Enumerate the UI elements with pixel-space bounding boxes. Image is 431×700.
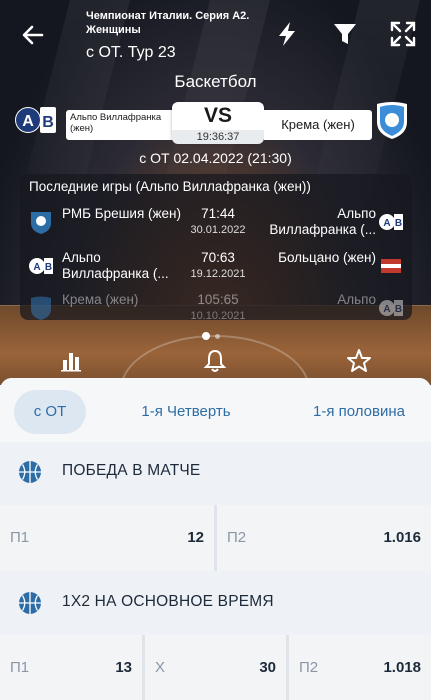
game-score: 105:65 <box>197 292 239 307</box>
odd-label: П2 <box>227 529 247 546</box>
away-team-name: Крема (жен) <box>264 110 372 140</box>
game-date: 10.10.2021 <box>190 310 246 320</box>
notify-button[interactable] <box>202 348 228 374</box>
game-away-team: Альпо <box>337 292 376 307</box>
last-games-title: Последние игры (Альпо Виллафранка (жен)) <box>29 179 311 194</box>
odd-label: X <box>155 659 166 676</box>
last-games-panel: Последние игры (Альпо Виллафранка (жен))… <box>20 174 412 320</box>
last-game-row[interactable]: РМБ Брешия (жен) 71:44 30.01.2022 Альпо … <box>20 202 412 246</box>
team-logo <box>381 259 401 273</box>
home-team-logo: A B <box>14 100 58 140</box>
game-date: 30.01.2022 <box>190 224 246 236</box>
vs-box: VS 19:36:37 <box>172 102 264 144</box>
market-title: ПОБЕДА В МАТЧЕ <box>62 462 201 479</box>
stats-icon <box>61 353 81 372</box>
svg-text:A: A <box>383 218 390 229</box>
market-header[interactable]: ПОБЕДА В МАТЧЕ <box>0 442 431 502</box>
team-logo: A B <box>29 258 53 274</box>
odd-value: 12 <box>187 529 204 546</box>
sport-title: Баскетбол <box>174 72 257 91</box>
odd-button-p2[interactable]: П2 1.018 <box>289 635 431 700</box>
round-subtitle: с ОТ. Тур 23 <box>86 44 176 61</box>
vs-label: VS <box>203 104 232 127</box>
lightning-icon <box>279 22 295 46</box>
carousel-dot[interactable] <box>215 334 220 339</box>
expand-icon <box>390 21 416 47</box>
last-game-row[interactable]: Крема (жен) 105:65 10.10.2021 Альпо A B <box>20 288 412 320</box>
odd-button-x[interactable]: X 30 <box>145 635 286 700</box>
period-tabs: с ОТ 1-я Четверть 1-я половина <box>0 378 431 442</box>
carousel-dot-active[interactable] <box>202 332 210 340</box>
team-logo: A B <box>379 214 403 230</box>
svg-text:A: A <box>383 304 390 315</box>
carousel-dots[interactable] <box>202 327 225 345</box>
game-away-team: Альпо Виллафранка (... <box>269 206 376 237</box>
stats-button[interactable] <box>58 348 84 374</box>
basketball-icon <box>19 592 41 614</box>
tab-overtime[interactable]: с ОТ <box>14 390 86 434</box>
game-home-team: Крема (жен) <box>62 292 139 307</box>
back-button[interactable] <box>18 20 48 50</box>
team-logo <box>31 296 51 320</box>
svg-text:B: B <box>42 114 54 131</box>
game-score: 71:44 <box>201 206 235 221</box>
match-countdown: 19:36:37 <box>172 130 264 144</box>
team-logo: A B <box>379 300 403 316</box>
odd-value: 30 <box>259 659 276 676</box>
svg-text:B: B <box>45 262 52 273</box>
filter-icon <box>334 24 356 44</box>
championship-title: Чемпионат Италии. Серия А2. Женщины <box>86 10 250 36</box>
away-team-logo <box>370 100 414 140</box>
odd-label: П1 <box>10 529 30 546</box>
market-title: 1X2 НА ОСНОВНОЕ ВРЕМЯ <box>62 593 274 610</box>
bell-icon <box>203 349 227 372</box>
back-arrow-icon <box>22 25 44 45</box>
odd-button-p2[interactable]: П2 1.016 <box>217 505 431 571</box>
game-home-team: Альпо Виллафранка (... <box>62 250 169 281</box>
home-team-name: Альпо Виллафранка (жен) <box>66 110 186 140</box>
odd-button-p1[interactable]: П1 12 <box>0 505 214 571</box>
game-score: 70:63 <box>201 250 235 265</box>
expand-button[interactable] <box>389 20 417 48</box>
tab-first-quarter[interactable]: 1-я Четверть <box>122 390 250 434</box>
odd-label: П2 <box>299 659 319 676</box>
odds-row: П1 13 X 30 П2 1.018 <box>0 635 431 700</box>
top-bar: Чемпионат Италии. Серия А2. Женщины с ОТ… <box>0 0 431 70</box>
svg-text:B: B <box>395 304 402 315</box>
quick-bet-button[interactable] <box>273 20 301 48</box>
odd-value: 1.016 <box>383 529 421 546</box>
basketball-icon <box>19 461 41 483</box>
match-date: с ОТ 02.04.2022 (21:30) <box>139 150 292 166</box>
match-header: A B Альпо Виллафранка (жен) VS 19:36:37 … <box>14 100 418 144</box>
filter-button[interactable] <box>331 20 359 48</box>
game-date: 19.12.2021 <box>190 268 246 280</box>
svg-text:A: A <box>22 113 34 130</box>
last-game-row[interactable]: A B Альпо Виллафранка (... 70:63 19.12.2… <box>20 246 412 290</box>
market-header[interactable]: 1X2 НА ОСНОВНОЕ ВРЕМЯ <box>0 573 431 633</box>
odds-row: П1 12 П2 1.016 <box>0 505 431 571</box>
odd-value: 1.018 <box>383 659 421 676</box>
favorite-button[interactable] <box>346 348 372 374</box>
odd-label: П1 <box>10 659 30 676</box>
game-home-team: РМБ Брешия (жен) <box>62 206 182 221</box>
svg-text:B: B <box>395 218 402 229</box>
odd-value: 13 <box>115 659 132 676</box>
odd-button-p1[interactable]: П1 13 <box>0 635 142 700</box>
team-logo <box>31 212 51 234</box>
tab-first-half[interactable]: 1-я половина <box>292 390 426 434</box>
svg-text:A: A <box>33 262 40 273</box>
star-icon <box>347 349 371 372</box>
markets-sheet: с ОТ 1-я Четверть 1-я половина ПОБЕДА В … <box>0 378 431 700</box>
game-away-team: Больцано (жен) <box>278 250 376 265</box>
